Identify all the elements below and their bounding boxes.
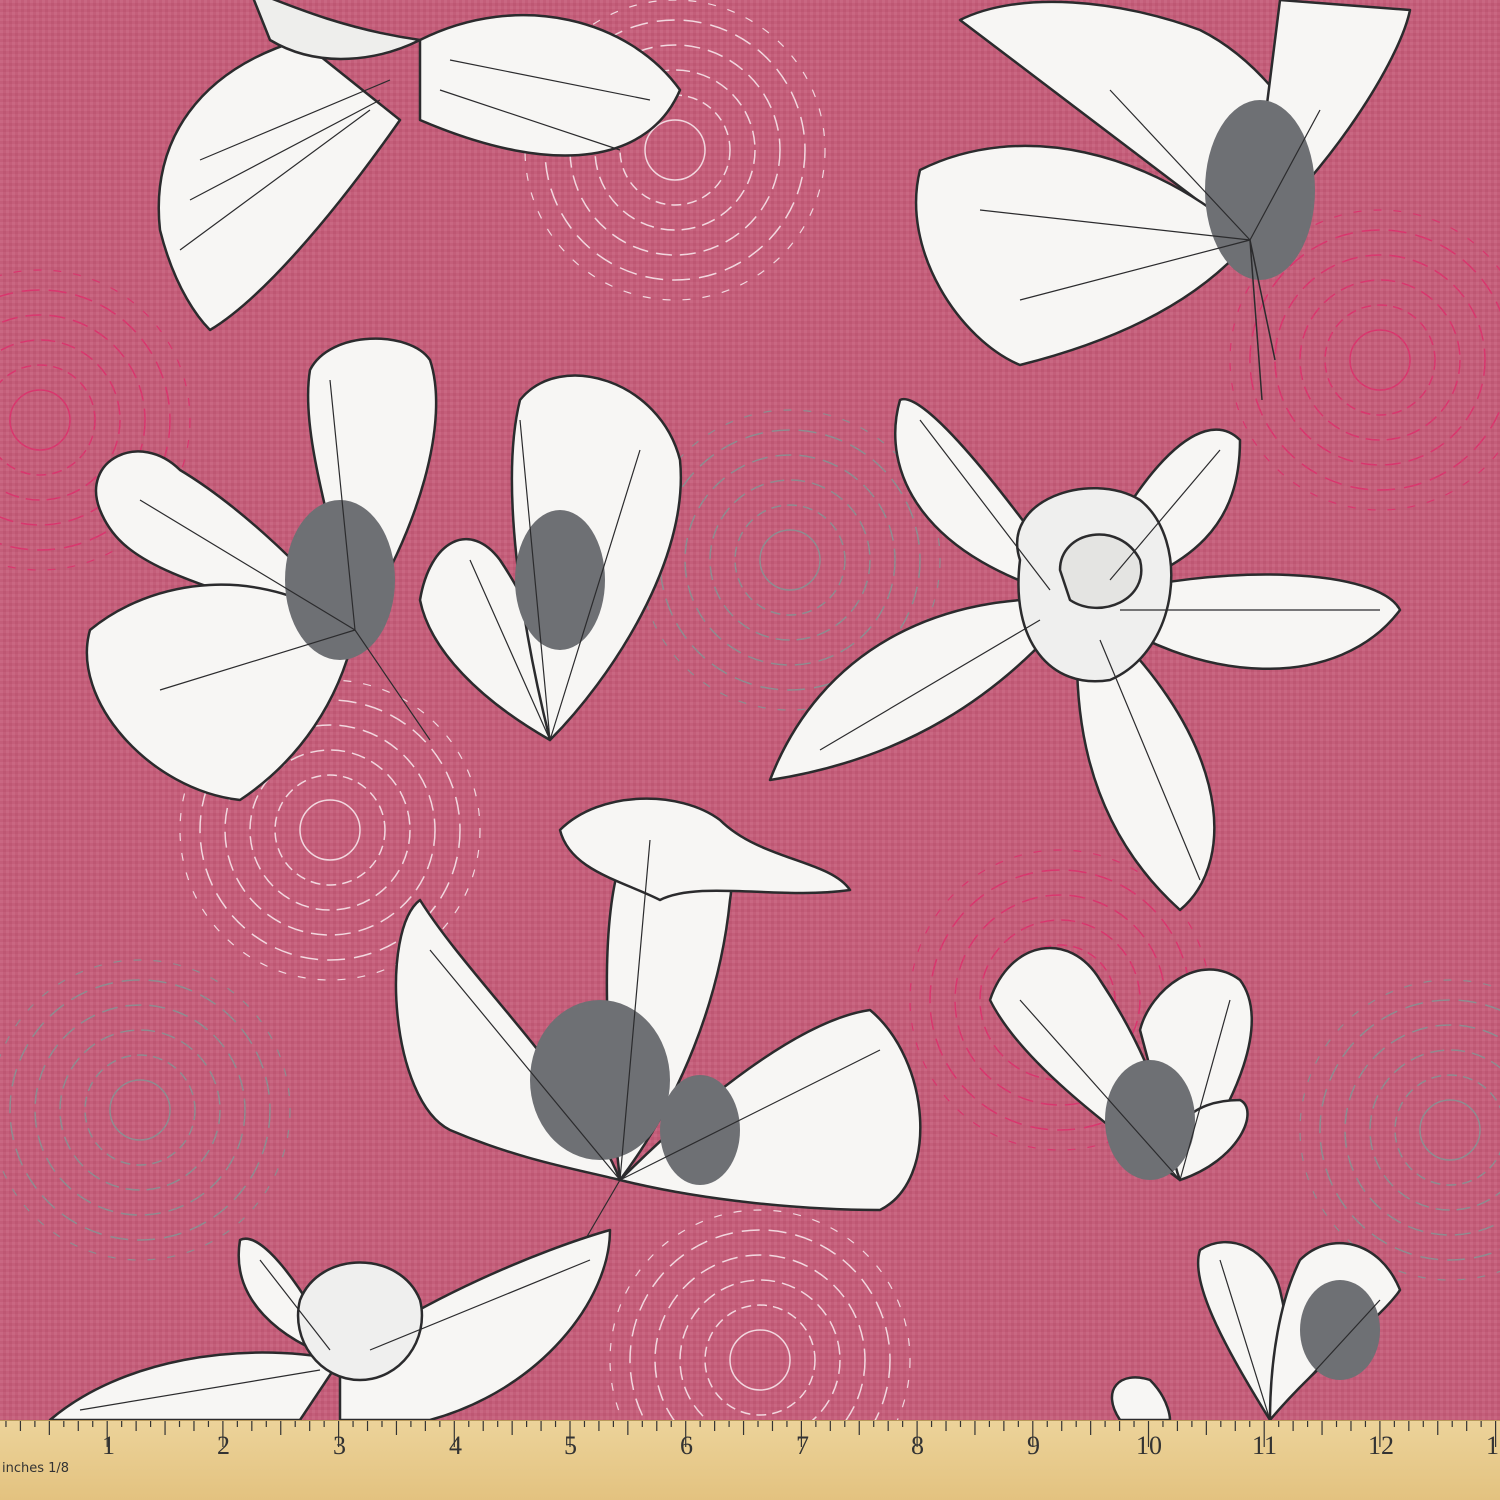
ruler-number: 11 <box>1252 1431 1278 1460</box>
ruler-number: 1 <box>102 1431 115 1460</box>
ruler-number: 1 <box>1486 1431 1499 1460</box>
ruler-number: 9 <box>1027 1431 1040 1460</box>
fabric-swatch: inches 1/8 1 2 3 4 5 6 7 8 9 10 11 12 1 <box>0 0 1500 1500</box>
ruler-number: 2 <box>217 1431 230 1460</box>
ruler-number: 3 <box>333 1431 346 1460</box>
ruler-number: 12 <box>1368 1431 1394 1460</box>
ruler-number: 4 <box>449 1431 462 1460</box>
orchid-pattern <box>0 0 1500 1420</box>
ruler-number: 8 <box>911 1431 924 1460</box>
ruler-number: 5 <box>564 1431 577 1460</box>
ruler-number: 6 <box>680 1431 693 1460</box>
measuring-ruler: inches 1/8 1 2 3 4 5 6 7 8 9 10 11 12 1 <box>0 1420 1500 1500</box>
ruler-number: 7 <box>796 1431 809 1460</box>
ruler-number: 10 <box>1136 1431 1162 1460</box>
ruler-unit-label: inches 1/8 <box>2 1461 70 1476</box>
